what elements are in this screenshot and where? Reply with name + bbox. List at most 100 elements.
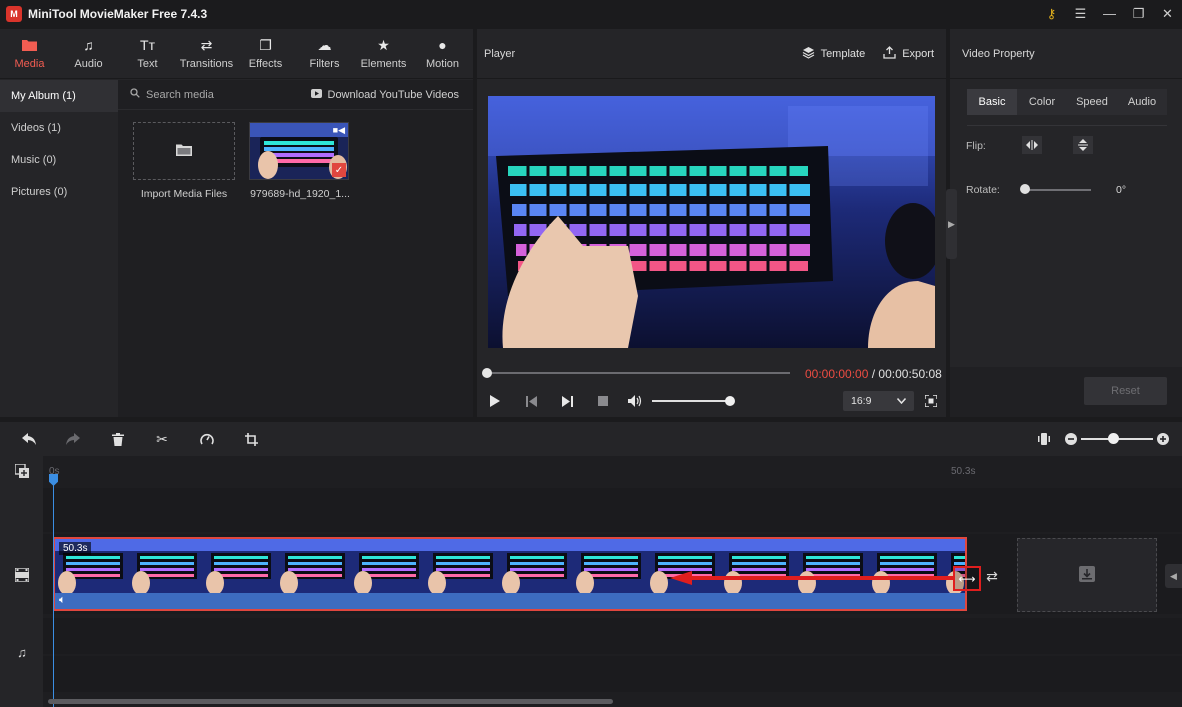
nav-item-my-album[interactable]: My Album (1) [0, 80, 118, 112]
download-box-icon [1079, 565, 1095, 585]
clip-frame [499, 539, 573, 595]
filters-icon: ☁ [317, 37, 332, 53]
playback-controls: 16:9 [487, 391, 937, 411]
tab-audio-label: Audio [74, 58, 103, 70]
player-actions: Template Export [802, 45, 934, 62]
export-button[interactable]: Export [883, 45, 934, 62]
export-icon [883, 45, 896, 62]
playback-progress-knob[interactable] [482, 368, 492, 378]
speed-icon[interactable] [198, 430, 216, 448]
text-icon: Tт [140, 37, 155, 53]
current-time: 00:00:00:00 [805, 367, 869, 381]
download-youtube-label: Download YouTube Videos [327, 88, 460, 101]
import-media-button[interactable] [133, 122, 235, 180]
timeline: ♫ 0s 50.3s 🔈︎ 50.3s ⟷ ⇄ ◀ [0, 456, 1182, 707]
layers-icon [802, 46, 815, 62]
property-tabs: Basic Color Speed Audio [967, 89, 1167, 115]
template-label: Template [820, 47, 866, 60]
media-clip-name: 979689-hd_1920_1... [250, 188, 350, 200]
title-bar: M MiniTool MovieMaker Free 7.4.3 ⚷ ☰ — ❐… [0, 0, 1182, 27]
add-clip-drop-zone[interactable] [1017, 538, 1157, 612]
search-media-input[interactable]: Search media [130, 88, 214, 101]
clip-frame [129, 539, 203, 595]
album-nav: My Album (1) Videos (1) Music (0) Pictur… [0, 80, 118, 417]
collapse-panel-handle[interactable]: ▶ [946, 189, 957, 259]
tab-speed[interactable]: Speed [1067, 89, 1117, 115]
clip-duration-badge: 50.3s [59, 542, 92, 555]
add-track-icon[interactable] [14, 463, 30, 479]
template-button[interactable]: Template [802, 46, 866, 62]
tab-color[interactable]: Color [1017, 89, 1067, 115]
media-grid: Search media Download YouTube Videos Imp… [118, 80, 473, 417]
fit-timeline-icon[interactable] [1035, 430, 1053, 448]
previous-frame-icon[interactable] [523, 391, 539, 411]
key-icon[interactable]: ⚷ [1037, 0, 1066, 27]
tab-filters[interactable]: ☁ Filters [295, 29, 354, 79]
tab-text-label: Text [137, 58, 158, 70]
tab-transitions-label: Transitions [179, 58, 234, 70]
aspect-ratio-select[interactable]: 16:9 [843, 391, 914, 411]
ruler-end-label: 50.3s [951, 466, 976, 477]
close-button[interactable]: ✕ [1153, 0, 1182, 27]
play-icon[interactable] [487, 391, 503, 411]
download-youtube-button[interactable]: Download YouTube Videos [310, 88, 460, 101]
rotate-slider-knob[interactable] [1020, 184, 1030, 194]
zoom-in-icon[interactable] [1154, 430, 1172, 448]
rotate-slider-track[interactable] [1025, 189, 1091, 191]
clip-audio-bar: 🔈︎ [55, 593, 965, 609]
swap-transition-icon[interactable]: ⇄ [983, 568, 1001, 584]
player-panel: Player Template Export 00:00:00:00 / 00:… [477, 29, 946, 417]
scissors-icon[interactable]: ✂ [153, 430, 171, 448]
aspect-ratio-value: 16:9 [851, 395, 872, 407]
volume-slider-knob[interactable] [725, 396, 735, 406]
tab-transitions[interactable]: ⇄ Transitions [177, 29, 236, 79]
youtube-icon [310, 88, 322, 101]
nav-item-music[interactable]: Music (0) [0, 144, 118, 176]
stop-icon[interactable] [595, 391, 611, 411]
effects-icon: ❐ [259, 37, 272, 53]
tab-text[interactable]: Tт Text [118, 29, 177, 79]
tab-media[interactable]: Media [0, 29, 59, 79]
reset-button[interactable]: Reset [1084, 377, 1167, 405]
undo-icon[interactable] [20, 430, 38, 448]
next-frame-icon[interactable] [559, 391, 575, 411]
tab-basic[interactable]: Basic [967, 89, 1017, 115]
expand-panel-handle[interactable]: ◀ [1165, 564, 1182, 588]
search-placeholder: Search media [146, 88, 214, 101]
minimize-button[interactable]: — [1095, 0, 1124, 27]
clip-frame [573, 539, 647, 595]
timeline-toolbar: ✂ [0, 422, 1182, 456]
flip-vertical-icon[interactable] [1073, 136, 1093, 154]
keyboard-video-frame [488, 96, 935, 348]
total-time: 00:00:50:08 [878, 367, 942, 381]
check-icon: ✓ [332, 163, 346, 177]
maximize-button[interactable]: ❐ [1124, 0, 1153, 27]
media-library-panel: Media ♫ Audio Tт Text ⇄ Transitions ❐ Ef… [0, 29, 473, 417]
tab-effects[interactable]: ❐ Effects [236, 29, 295, 79]
media-clip-thumbnail[interactable]: ■◀ ✓ [249, 122, 349, 180]
trim-handle-highlight[interactable]: ⟷ [953, 566, 981, 591]
nav-item-pictures[interactable]: Pictures (0) [0, 176, 118, 208]
tab-audio[interactable]: Audio [1117, 89, 1167, 115]
delete-icon[interactable] [109, 430, 127, 448]
tab-motion[interactable]: ● Motion [413, 29, 472, 79]
nav-item-videos[interactable]: Videos (1) [0, 112, 118, 144]
time-ruler[interactable]: 0s 50.3s [43, 456, 1182, 486]
track-headers: ♫ [0, 456, 43, 707]
video-property-title: Video Property [950, 29, 1182, 79]
search-icon [130, 88, 140, 101]
redo-icon[interactable] [64, 430, 82, 448]
zoom-out-icon[interactable] [1062, 430, 1080, 448]
zoom-slider-knob[interactable] [1108, 433, 1119, 444]
hamburger-menu-icon[interactable]: ☰ [1066, 0, 1095, 27]
volume-icon[interactable] [627, 391, 643, 411]
volume-slider-track[interactable] [652, 400, 730, 402]
tab-audio[interactable]: ♫ Audio [59, 29, 118, 79]
tab-elements[interactable]: ★ Elements [354, 29, 413, 79]
playback-progress-track[interactable] [487, 372, 790, 374]
timeline-horizontal-scrollbar[interactable] [48, 699, 613, 704]
flip-horizontal-icon[interactable] [1022, 136, 1042, 154]
crop-icon[interactable] [242, 430, 260, 448]
fullscreen-icon[interactable] [923, 391, 939, 411]
clip-volume-icon[interactable]: 🔈︎ [59, 594, 66, 607]
